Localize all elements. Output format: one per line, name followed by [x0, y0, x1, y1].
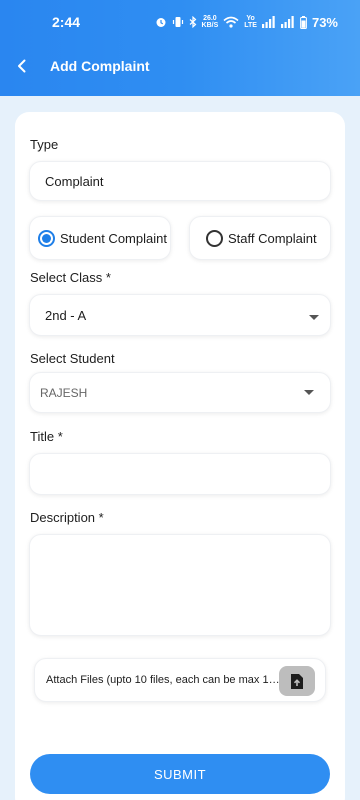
vibrate-icon: [172, 17, 183, 27]
type-field[interactable]: Complaint: [29, 161, 331, 201]
speed-unit: KB/S: [201, 22, 219, 29]
battery-icon: [300, 15, 307, 29]
radio-student-complaint[interactable]: Student Complaint: [29, 216, 171, 260]
description-textarea[interactable]: [29, 534, 331, 636]
select-student-dropdown[interactable]: RAJESH: [29, 372, 331, 413]
radio-checked-icon: [38, 229, 55, 247]
submit-label: SUBMIT: [153, 766, 207, 782]
type-value: Complaint: [45, 173, 104, 189]
status-icons: 26.0 KB/S Yo LTE 73%: [155, 15, 338, 30]
radio-staff-label: Staff Complaint: [228, 230, 317, 246]
wifi-icon: [223, 16, 239, 28]
select-class-label: Select Class *: [30, 270, 111, 285]
network-tag-2: LTE: [244, 22, 257, 29]
dropdown-arrow-icon: [309, 315, 319, 320]
select-class-dropdown[interactable]: 2nd - A: [29, 294, 331, 336]
network-speed: 26.0 KB/S: [202, 15, 219, 29]
select-class-value: 2nd - A: [45, 307, 87, 323]
bluetooth-icon: [189, 16, 196, 28]
page-title: Add Complaint: [50, 58, 150, 74]
battery-percent: 73%: [311, 14, 338, 30]
app-bar: Add Complaint: [0, 44, 360, 88]
status-bar: 2:44 26.0 KB/S Yo LTE 73%: [0, 0, 360, 44]
chevron-left-icon: [18, 59, 26, 73]
signal-icon-2: [280, 16, 294, 28]
select-student-value: RAJESH: [40, 385, 88, 400]
attach-files-row[interactable]: Attach Files (upto 10 files, each can be…: [34, 658, 326, 702]
file-upload-icon: [291, 673, 303, 689]
back-button[interactable]: [0, 44, 44, 88]
title-label: Title *: [30, 429, 63, 444]
submit-button[interactable]: SUBMIT: [30, 754, 330, 794]
network-tags: Yo LTE: [244, 15, 257, 29]
status-time: 2:44: [52, 14, 81, 30]
description-label: Description *: [30, 510, 104, 525]
title-input[interactable]: [29, 453, 331, 495]
header: 2:44 26.0 KB/S Yo LTE 73% Add Complaint: [0, 0, 360, 96]
speed-value: 26.0: [203, 15, 217, 22]
signal-icon-1: [261, 16, 275, 28]
attach-files-text: Attach Files (upto 10 files, each can be…: [46, 674, 282, 686]
complaint-form-card: Type Complaint Student Complaint Staff C…: [15, 112, 345, 800]
radio-staff-complaint[interactable]: Staff Complaint: [189, 216, 331, 260]
attach-file-button[interactable]: [279, 666, 315, 696]
alarm-icon: [156, 18, 166, 27]
select-student-label: Select Student: [30, 351, 115, 366]
type-label: Type: [30, 137, 59, 152]
dropdown-arrow-icon: [304, 389, 314, 395]
radio-student-label: Student Complaint: [60, 230, 167, 246]
radio-unchecked-icon: [206, 229, 223, 247]
network-tag-1: Yo: [246, 15, 255, 22]
